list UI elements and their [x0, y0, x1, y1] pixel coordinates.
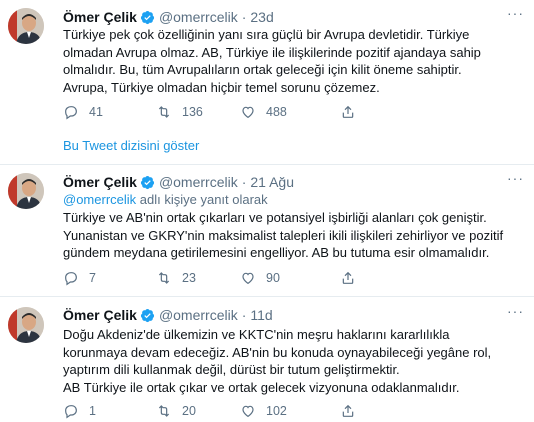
reply-button[interactable]: 1: [63, 403, 156, 419]
separator-dot: ·: [241, 307, 247, 323]
retweet-count: 20: [182, 404, 196, 418]
tweet-text-line: Yunanistan ve GKRY'nin maksimalist talep…: [63, 227, 504, 243]
avatar-photo-icon: [8, 307, 44, 343]
tweet-text: Türkiye ve AB'nin ortak çıkarları ve pot…: [63, 209, 525, 262]
author-handle[interactable]: @omerrcelik: [159, 9, 238, 25]
separator-dot: ·: [241, 9, 247, 25]
tweet-2[interactable]: Ömer Çelik @omerrcelik · 21 Ağu ··· @ome…: [0, 165, 534, 297]
tweet-header: Ömer Çelik @omerrcelik · 23d: [63, 9, 274, 25]
tweet-text-line: olmadan Avrupa olmaz. AB, Türkiye ile il…: [63, 44, 481, 60]
retweet-count: 136: [182, 105, 203, 119]
tweet-text-line: yaptırım dili kullanmak değil, dürüst bi…: [63, 362, 400, 377]
tweet-header: Ömer Çelik @omerrcelik · 11d: [63, 307, 273, 323]
verified-badge-icon: [140, 175, 154, 189]
author-name[interactable]: Ömer Çelik: [63, 307, 137, 323]
retweet-count: 23: [182, 271, 196, 285]
retweet-icon: [158, 106, 170, 118]
share-icon: [342, 271, 354, 284]
author-name[interactable]: Ömer Çelik: [63, 174, 137, 190]
reply-icon: [65, 405, 77, 419]
reply-button[interactable]: 41: [63, 104, 156, 120]
tweet-text-line: Doğu Akdeniz'de ülkemizin ve KKTC'nin me…: [63, 327, 450, 342]
author-handle[interactable]: @omerrcelik: [159, 307, 238, 323]
reply-button[interactable]: 7: [63, 270, 156, 286]
more-options-icon[interactable]: ···: [507, 303, 524, 319]
author-handle[interactable]: @omerrcelik: [159, 174, 238, 190]
retweet-button[interactable]: 136: [156, 104, 240, 120]
like-count: 102: [266, 404, 287, 418]
retweet-button[interactable]: 23: [156, 270, 240, 286]
tweet-text-line: olmalıdır. Bu, tüm Avrupalıların ortak g…: [63, 62, 462, 77]
more-options-icon[interactable]: ···: [507, 5, 524, 21]
retweet-button[interactable]: 20: [156, 403, 240, 419]
tweet-header: Ömer Çelik @omerrcelik · 21 Ağu: [63, 174, 294, 190]
reply-to-label: adlı kişiye yanıt olarak: [136, 192, 268, 207]
share-icon: [342, 404, 354, 417]
like-count: 488: [266, 105, 287, 119]
heart-icon: [242, 272, 254, 285]
tweet-text-line: Avrupa, Türkiye olmadan hiçbir temel sor…: [63, 79, 380, 95]
reply-count: 1: [89, 404, 96, 418]
tweet-text: Türkiye pek çok özelliğinin yanı sıra gü…: [63, 26, 525, 96]
reply-icon: [65, 106, 77, 120]
separator-dot: ·: [241, 174, 247, 190]
tweet-text-line: gündem meydana getirilemesini engelliyor…: [63, 245, 490, 260]
show-thread-link[interactable]: Bu Tweet dizisini göster: [63, 138, 199, 153]
avatar-photo-icon: [8, 8, 44, 44]
reply-mention-link[interactable]: @omerrcelik: [63, 192, 136, 207]
like-button[interactable]: 102: [240, 403, 340, 419]
tweet-text-line: Türkiye pek çok özelliğinin yanı sıra gü…: [63, 27, 470, 42]
tweet-timestamp[interactable]: 11d: [250, 307, 272, 323]
avatar[interactable]: [8, 173, 44, 209]
like-count: 90: [266, 271, 280, 285]
replying-to: @omerrcelik adlı kişiye yanıt olarak: [63, 192, 268, 207]
avatar[interactable]: [8, 307, 44, 343]
avatar-photo-icon: [8, 173, 44, 209]
like-button[interactable]: 90: [240, 270, 340, 286]
tweet-actions: 1 20 102: [63, 402, 523, 420]
reply-icon: [65, 272, 77, 286]
tweet-timestamp[interactable]: 21 Ağu: [250, 174, 294, 190]
retweet-icon: [158, 405, 170, 417]
tweet-3[interactable]: Ömer Çelik @omerrcelik · 11d ··· Doğu Ak…: [0, 297, 534, 422]
share-button[interactable]: [340, 403, 356, 419]
retweet-icon: [158, 272, 170, 284]
like-button[interactable]: 488: [240, 104, 340, 120]
author-name[interactable]: Ömer Çelik: [63, 9, 137, 25]
tweet-text-line: AB Türkiye ile ortak çıkar ve ortak gele…: [63, 379, 460, 395]
avatar[interactable]: [8, 8, 44, 44]
tweet-actions: 7 23 90: [63, 269, 523, 287]
share-icon: [342, 105, 354, 118]
reply-count: 7: [89, 271, 96, 285]
heart-icon: [242, 106, 254, 119]
tweet-text: Doğu Akdeniz'de ülkemizin ve KKTC'nin me…: [63, 326, 525, 396]
reply-count: 41: [89, 105, 103, 119]
heart-icon: [242, 405, 254, 418]
share-button[interactable]: [340, 104, 356, 120]
tweet-text-line: Türkiye ve AB'nin ortak çıkarları ve pot…: [63, 210, 487, 225]
more-options-icon[interactable]: ···: [507, 170, 524, 186]
share-button[interactable]: [340, 270, 356, 286]
verified-badge-icon: [140, 308, 154, 322]
tweet-actions: 41 136 488: [63, 103, 523, 121]
tweet-1[interactable]: Ömer Çelik @omerrcelik · 23d ··· Türkiye…: [0, 0, 534, 165]
tweet-text-line: korunmaya devam edeceğiz. AB'nin bu konu…: [63, 344, 492, 360]
verified-badge-icon: [140, 10, 154, 24]
tweet-timestamp[interactable]: 23d: [250, 9, 273, 25]
